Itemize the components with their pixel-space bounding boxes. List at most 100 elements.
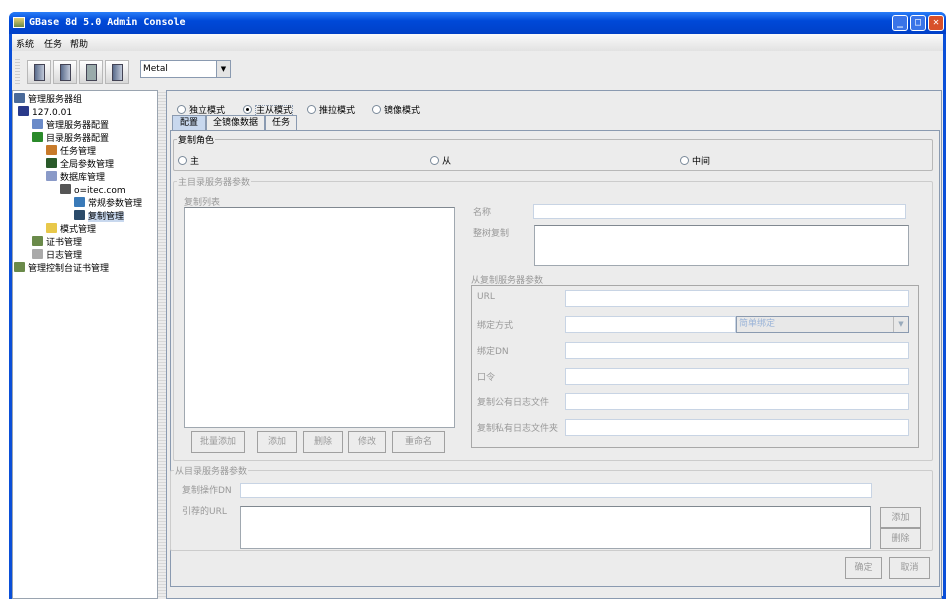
tree-node[interactable]: o=itec.com: [60, 184, 126, 197]
tree-node-label: 证书管理: [46, 238, 83, 248]
server-settings-icon[interactable]: [79, 60, 103, 84]
menu-system[interactable]: 系统: [16, 37, 34, 50]
tree-node-icon: [46, 145, 57, 155]
server-refresh-icon[interactable]: [53, 60, 77, 84]
master-params-group: 主目录服务器参数 复制列表 批量添加 添加 删除 修改 重命名 名称 整树复制 …: [173, 175, 933, 461]
tree-node-label: 模式管理: [60, 225, 97, 235]
bind-method-select[interactable]: 简单绑定 ▼: [736, 316, 909, 333]
config-panel: 独立模式 主从模式 推拉模式 镜像模式 配置 全镜像数据 任务 复制角色 主 从…: [166, 90, 942, 599]
minimize-button[interactable]: _: [892, 15, 908, 31]
role-intermediate-radio[interactable]: 中间: [680, 154, 710, 167]
replication-list[interactable]: [184, 207, 455, 428]
tree-node-label: 常规参数管理: [88, 199, 143, 209]
server-help-icon[interactable]: [105, 60, 129, 84]
tree-node-icon: [32, 132, 43, 142]
tree-node-label: 日志管理: [46, 251, 83, 261]
tree-node-icon: [14, 262, 25, 272]
bind-method-input[interactable]: [565, 316, 736, 333]
tree-node-icon: [46, 158, 57, 168]
chevron-down-icon[interactable]: ▼: [893, 317, 908, 332]
tree-node[interactable]: 全局参数管理: [46, 158, 114, 171]
maximize-button[interactable]: □: [910, 15, 926, 31]
tree-node-icon: [32, 236, 43, 246]
menu-task[interactable]: 任务: [44, 37, 62, 50]
url-input[interactable]: [565, 290, 909, 307]
password-input[interactable]: [565, 368, 909, 385]
private-log-label: 复制私有日志文件夹: [477, 424, 559, 434]
op-dn-input[interactable]: [240, 483, 872, 498]
menu-help[interactable]: 帮助: [70, 37, 88, 50]
tree-node-label: o=itec.com: [74, 186, 126, 196]
tree-node-icon: [14, 93, 25, 103]
public-log-label: 复制公有日志文件: [477, 398, 550, 408]
subtree-textarea[interactable]: [534, 225, 909, 266]
tree-node[interactable]: 管理控制台证书管理: [14, 262, 109, 275]
mode-push-pull-radio[interactable]: 推拉模式: [307, 103, 355, 116]
tree-node-label: 复制管理: [88, 212, 125, 222]
password-label: 口令: [477, 373, 496, 383]
tree-node[interactable]: 任务管理: [46, 145, 96, 158]
chevron-down-icon[interactable]: ▼: [216, 61, 230, 77]
referral-delete-button[interactable]: 删除: [880, 528, 921, 549]
app-icon: [13, 17, 25, 28]
tree-node[interactable]: 日志管理: [32, 249, 82, 262]
public-log-input[interactable]: [565, 393, 909, 410]
tab-task[interactable]: 任务: [265, 115, 297, 130]
tree-node-icon: [32, 119, 43, 129]
main-window: GBase 8d 5.0 Admin Console _ □ ✕ 系统 任务 帮…: [9, 12, 946, 599]
tree-node-label: 管理服务器配置: [46, 121, 110, 131]
server-users-icon[interactable]: [27, 60, 51, 84]
ok-button[interactable]: 确定: [845, 557, 882, 579]
tree-node[interactable]: 管理服务器组: [14, 93, 82, 106]
tree-node[interactable]: 证书管理: [32, 236, 82, 249]
group-title: 从目录服务器参数: [174, 464, 249, 477]
role-master-radio[interactable]: 主: [178, 154, 199, 167]
group-title: 复制角色: [177, 133, 216, 146]
bind-dn-input[interactable]: [565, 342, 909, 359]
referral-add-button[interactable]: 添加: [880, 507, 921, 528]
server-tree[interactable]: 管理服务器组 127.0.01 管理服务器配置 目录服务器配置任务管理全局参数管理 数据…: [12, 90, 158, 599]
op-dn-label: 复制操作DN: [182, 486, 232, 496]
batch-add-button[interactable]: 批量添加: [191, 431, 245, 453]
tree-node-label: 127.0.01: [32, 108, 73, 118]
mode-mirror-radio[interactable]: 镜像模式: [372, 103, 420, 116]
cancel-button[interactable]: 取消: [889, 557, 930, 579]
tree-node-icon: [46, 171, 57, 181]
theme-select[interactable]: Metal ▼: [140, 60, 231, 78]
tree-node-label: 管理控制台证书管理: [28, 264, 110, 274]
private-log-input[interactable]: [565, 419, 909, 436]
tree-node-label: 任务管理: [60, 147, 97, 157]
tree-node[interactable]: 复制管理: [74, 210, 125, 223]
tree-node-label: 管理服务器组: [28, 95, 83, 105]
tree-node-label: 数据库管理: [60, 173, 106, 183]
menu-bar: 系统 任务 帮助: [12, 34, 943, 51]
tree-node[interactable]: 数据库管理: [46, 171, 105, 184]
tree-node[interactable]: 常规参数管理: [74, 197, 142, 210]
toolbar-grip[interactable]: [15, 59, 20, 85]
tree-node-label: 全局参数管理: [60, 160, 115, 170]
name-input[interactable]: [533, 204, 906, 219]
toolbar: Metal ▼: [12, 51, 943, 89]
add-button[interactable]: 添加: [257, 431, 297, 453]
tree-node-icon: [74, 210, 85, 220]
group-title: 主目录服务器参数: [177, 175, 252, 188]
bind-dn-label: 绑定DN: [477, 347, 509, 357]
referral-url-label: 引荐的URL: [182, 507, 227, 517]
close-button[interactable]: ✕: [928, 15, 944, 31]
tree-node-icon: [18, 106, 29, 116]
rename-button[interactable]: 重命名: [392, 431, 445, 453]
slave-server-params-group: URL 绑定方式 简单绑定 ▼ 绑定DN 口令 复制公有日志文件 复制私有日志文…: [471, 285, 919, 448]
tree-node-icon: [74, 197, 85, 207]
tab-mirror-data[interactable]: 全镜像数据: [206, 115, 265, 130]
splitter[interactable]: [158, 90, 166, 599]
role-slave-radio[interactable]: 从: [430, 154, 451, 167]
tree-node[interactable]: 模式管理: [46, 223, 96, 236]
tree-node[interactable]: 管理服务器配置: [32, 119, 109, 132]
modify-button[interactable]: 修改: [348, 431, 386, 453]
tab-config[interactable]: 配置: [172, 115, 206, 130]
window-title: GBase 8d 5.0 Admin Console: [29, 17, 186, 28]
referral-url-textarea[interactable]: [240, 506, 871, 549]
tree-node[interactable]: 127.0.01: [18, 106, 72, 119]
tree-node[interactable]: 目录服务器配置: [32, 132, 109, 145]
delete-button[interactable]: 删除: [303, 431, 343, 453]
